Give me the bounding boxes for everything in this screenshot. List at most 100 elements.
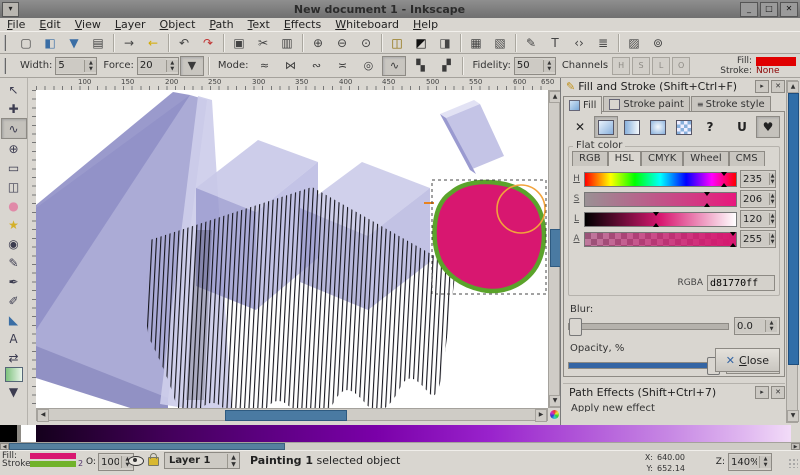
- fill-swatch[interactable]: [756, 57, 796, 66]
- tab-cms[interactable]: CMS: [729, 151, 765, 166]
- channel-s-button[interactable]: S: [632, 57, 650, 75]
- menu-edit[interactable]: Edit: [32, 18, 67, 31]
- blur-slider-knob[interactable]: [569, 318, 582, 336]
- zoom-input[interactable]: [729, 455, 759, 469]
- mode-shrink-icon[interactable]: ⋈: [278, 56, 302, 76]
- tab-rgb[interactable]: RGB: [572, 151, 608, 166]
- star-tool-icon[interactable]: ★: [2, 215, 26, 234]
- ungroup-icon[interactable]: ▧: [489, 32, 511, 54]
- channel-o-button[interactable]: O: [672, 57, 690, 75]
- object-opacity-input[interactable]: [99, 455, 121, 469]
- redo-icon[interactable]: ↷: [197, 32, 219, 54]
- mode-attract-icon[interactable]: ∾: [304, 56, 328, 76]
- align-dialog-icon[interactable]: ≣: [592, 32, 614, 54]
- tweak-tool-icon[interactable]: ∿: [1, 118, 27, 139]
- layer-visibility-eye-icon[interactable]: [128, 456, 144, 466]
- scroll-up-icon[interactable]: ▲: [787, 81, 799, 93]
- box3d-tool-icon[interactable]: ◫: [2, 177, 26, 196]
- resize-grip[interactable]: [788, 458, 798, 468]
- alpha-spinner[interactable]: ▲▼: [740, 230, 776, 248]
- alpha-slider[interactable]: [584, 232, 737, 247]
- channel-h-button[interactable]: H: [612, 57, 630, 75]
- menu-text[interactable]: Text: [241, 18, 277, 31]
- tab-hsl[interactable]: HSL: [608, 151, 641, 166]
- pressure-toggle-icon[interactable]: ▼: [180, 56, 204, 76]
- rectangle-tool-icon[interactable]: ▭: [2, 158, 26, 177]
- paint-unknown-button[interactable]: ?: [698, 116, 722, 138]
- fill-rule-evenodd-button[interactable]: ♥: [756, 116, 780, 138]
- scroll-right-icon[interactable]: ▶: [535, 409, 547, 422]
- zoom-page-icon[interactable]: ⊙: [355, 32, 377, 54]
- menu-path[interactable]: Path: [202, 18, 240, 31]
- canvas[interactable]: [36, 90, 548, 408]
- maximize-button[interactable]: □: [760, 2, 778, 17]
- palette-scroll-thumb[interactable]: [9, 443, 285, 450]
- spinner-arrows-icon[interactable]: ▲▼: [543, 60, 555, 72]
- spinner-arrows-icon[interactable]: ▲▼: [166, 60, 178, 72]
- lightness-spinner[interactable]: ▲▼: [740, 210, 776, 228]
- menu-help[interactable]: Help: [406, 18, 445, 31]
- path-effects-header[interactable]: Path Effects (Shift+Ctrl+7) ▸ ✕: [563, 383, 785, 401]
- tab-stroke-style[interactable]: ≡ Stroke style: [691, 96, 771, 112]
- saturation-input[interactable]: [741, 192, 769, 206]
- dock-float-icon[interactable]: ▸: [755, 80, 769, 93]
- paint-radial-gradient-button[interactable]: [646, 116, 670, 138]
- mode-channel-solid-icon[interactable]: ▚: [408, 56, 432, 76]
- hue-spinner[interactable]: ▲▼: [740, 170, 776, 188]
- ellipse-tool-icon[interactable]: ●: [2, 196, 26, 215]
- blur-slider[interactable]: [568, 323, 729, 330]
- paint-none-button[interactable]: ✕: [568, 116, 592, 138]
- mode-push-icon[interactable]: ≈: [252, 56, 276, 76]
- fill-stroke-dialog-icon[interactable]: ✎: [520, 32, 542, 54]
- menu-whiteboard[interactable]: Whiteboard: [328, 18, 406, 31]
- status-fill-swatch[interactable]: [30, 453, 76, 459]
- mode-channel-multi-icon[interactable]: ▞: [434, 56, 458, 76]
- dropper-tool-icon[interactable]: ▼: [2, 382, 26, 401]
- scroll-left-icon[interactable]: ◀: [37, 409, 49, 422]
- lightness-slider[interactable]: [584, 212, 737, 227]
- zoom-tool-icon[interactable]: ⊕: [2, 139, 26, 158]
- text-tool-icon[interactable]: A: [2, 329, 26, 348]
- palette-swatch-black[interactable]: [0, 425, 17, 442]
- hue-slider[interactable]: [584, 172, 737, 187]
- group-icon[interactable]: ▦: [465, 32, 487, 54]
- window-menu-button[interactable]: ▾: [2, 2, 19, 17]
- selector-tool-icon[interactable]: ↖: [2, 80, 26, 99]
- icon-preview-icon[interactable]: ▨: [623, 32, 645, 54]
- status-stroke-swatch[interactable]: [30, 461, 76, 467]
- unlink-clone-icon[interactable]: ◨: [434, 32, 456, 54]
- layer-stepper-icon[interactable]: ▲▼: [227, 454, 239, 468]
- mode-roughen-icon[interactable]: ≍: [330, 56, 354, 76]
- export-icon[interactable]: ←: [142, 32, 164, 54]
- fill-stroke-indicator[interactable]: Fill: Stroke: 2: [2, 452, 83, 468]
- menu-layer[interactable]: Layer: [108, 18, 153, 31]
- menu-file[interactable]: File: [0, 18, 32, 31]
- paste-icon[interactable]: ▥: [276, 32, 298, 54]
- dock-scroll-thumb[interactable]: [788, 93, 799, 365]
- tab-cmyk[interactable]: CMYK: [641, 151, 683, 166]
- force-input[interactable]: [138, 59, 166, 73]
- find-icon[interactable]: ⊚: [647, 32, 669, 54]
- new-document-icon[interactable]: ▢: [15, 32, 37, 54]
- spiral-tool-icon[interactable]: ◉: [2, 234, 26, 253]
- mode-jitter-icon[interactable]: ◎: [356, 56, 380, 76]
- layer-selector[interactable]: Layer 1 ▲▼: [164, 452, 240, 469]
- horizontal-scrollbar[interactable]: ◀ ▶: [36, 408, 548, 421]
- undo-icon[interactable]: ↶: [173, 32, 195, 54]
- fill-stroke-header[interactable]: ✎ Fill and Stroke (Shift+Ctrl+F) ▸ ✕: [563, 78, 785, 95]
- paint-bucket-tool-icon[interactable]: ◣: [2, 310, 26, 329]
- zoom-selection-icon[interactable]: ⊖: [331, 32, 353, 54]
- calligraphy-tool-icon[interactable]: ✐: [2, 291, 26, 310]
- palette-swatch-white[interactable]: [21, 425, 36, 442]
- import-icon[interactable]: →: [118, 32, 140, 54]
- text-dialog-icon[interactable]: T: [544, 32, 566, 54]
- print-icon[interactable]: ▤: [87, 32, 109, 54]
- xml-editor-icon[interactable]: ‹›: [568, 32, 590, 54]
- dock-close-icon[interactable]: ✕: [771, 386, 785, 399]
- close-dialog-button[interactable]: ✕ Close: [715, 348, 780, 372]
- zoom-spinner[interactable]: ▲▼: [728, 453, 772, 471]
- dock-scrollbar[interactable]: ▲ ▼: [786, 80, 798, 423]
- node-tool-icon[interactable]: ✚: [2, 99, 26, 118]
- menu-object[interactable]: Object: [153, 18, 203, 31]
- vertical-scrollbar[interactable]: ▲ ▼: [548, 90, 560, 408]
